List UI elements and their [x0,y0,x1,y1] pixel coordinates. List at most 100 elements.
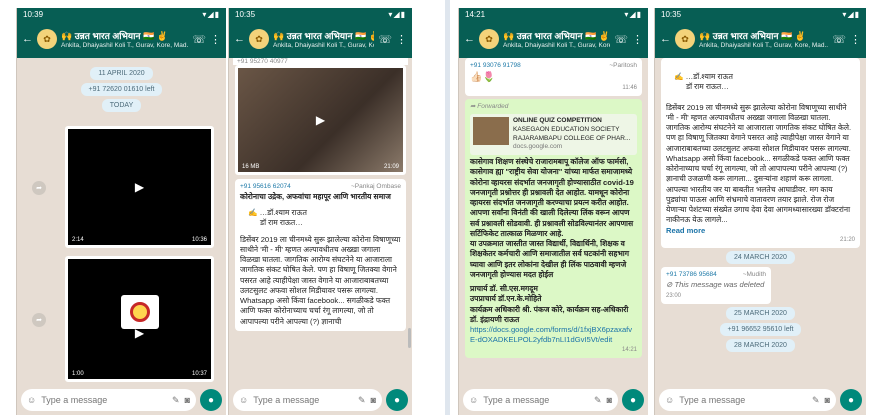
video-message[interactable]: ▶ 16 MB 21:09 [235,65,406,175]
message-input[interactable]: ☺ Type a message ✎ ◙ [659,389,836,411]
video-time: 21:09 [383,164,399,170]
add-call-icon[interactable]: ☏ [614,33,628,46]
status-icons: ▾◢▮ [624,9,642,19]
status-icons: ▾◢▮ [388,9,406,19]
clock: 10:35 [661,9,682,19]
group-info[interactable]: 🙌 उन्नत भारत अभियान 🇮🇳 ✌ Ankita, Dhaiyas… [699,29,828,49]
deleted-message[interactable]: +91 73786 95684 ~Mudith ⊘ This message wa… [661,266,771,305]
preview-domain: docs.google.com [513,143,563,151]
preview-description: KASEGAON EDUCATION SOCIETY RAJARAMBAPU C… [513,125,631,142]
emoji-icon[interactable]: ☺ [469,395,478,405]
sender-name: ~Mudith [742,270,766,278]
attach-icon[interactable]: ✎ [358,395,366,406]
text-message[interactable]: +91 95616 62074 ~Pankaj Ombase कोरोनाचा उ… [235,179,406,331]
text-message[interactable]: ✍ …डॉ.श्याम राऊत डॉ राम राऊत… डिसेंबर 20… [661,58,860,248]
form-link[interactable]: https://docs.google.com/forms/d/1fxjBX6p… [470,325,637,346]
chat-header[interactable]: ← ✿ 🙌 उन्नत भारत अभियान 🇮🇳 ✌ Ankita, Dha… [459,20,648,58]
link-preview[interactable]: ONLINE QUIZ COMPETITION KASEGAON EDUCATI… [470,114,637,156]
video-message[interactable]: ➦ ▶ 2:14 10:36 [32,126,214,248]
group-info[interactable]: 🙌 उन्नत भारत अभियान 🇮🇳 ✌ Ankita, Dhaiyas… [61,29,188,49]
emoji-icon[interactable]: ☺ [239,395,248,405]
status-icons: ▾◢▮ [842,9,860,19]
play-icon[interactable]: ▶ [135,180,144,194]
mic-button[interactable]: ● [386,389,408,411]
group-title: 🙌 उन्नत भारत अभियान 🇮🇳 ✌ [273,31,375,41]
chat-header[interactable]: ← ✿ 🙌 उन्नत भारत अभियान 🇮🇳 ✌ Ankita, Dha… [17,20,226,58]
back-arrow-icon[interactable]: ← [234,33,245,45]
message-time: 11:46 [622,85,637,92]
input-placeholder: Type a message [483,395,550,405]
left-screenshot-panel: 10:39 ▾◢▮ ← ✿ 🙌 उन्नत भारत अभियान 🇮🇳 ✌ An… [0,0,445,415]
group-info[interactable]: 🙌 उन्नत भारत अभियान 🇮🇳 ✌ Ankita, Dhaiyas… [503,29,610,49]
mic-button[interactable]: ● [200,389,222,411]
chat-screen-4: 10:35 ▾◢▮ ← ✿ 🙌 उन्नत भारत अभियान 🇮🇳 ✌ An… [654,8,866,415]
author-line: …डॉ.श्याम राऊत [685,72,733,81]
sender-number: +91 95616 62074 [240,183,291,190]
attach-icon[interactable]: ✎ [172,395,180,406]
add-call-icon[interactable]: ☏ [832,33,846,46]
group-avatar[interactable]: ✿ [675,29,695,49]
status-icons: ▾◢▮ [202,9,220,19]
sender-number: +91 93076 91798 [470,62,521,69]
group-members: Ankita, Dhaiyashil Koli T., Gurav, Kore,… [699,42,829,49]
read-more-link[interactable]: Read more [666,226,855,236]
attach-icon[interactable]: ✎ [594,395,602,406]
status-bar: 10:35 ▾◢▮ [655,8,866,20]
deleted-text: This message was deleted [674,279,765,289]
message-input[interactable]: ☺ Type a message ✎ ◙ [233,389,382,411]
message-time: 14:21 [621,346,637,353]
video-duration: 2:14 [72,237,84,243]
add-call-icon[interactable]: ☏ [192,33,206,46]
back-arrow-icon[interactable]: ← [464,33,475,45]
chat-screen-3: 14:21 ▾◢▮ ← ✿ 🙌 उन्नत भारत अभियान 🇮🇳 ✌ An… [458,8,648,415]
clock: 14:21 [465,9,486,19]
chat-header[interactable]: ← ✿ 🙌 उन्नत भारत अभियान 🇮🇳 ✌ Ankita, Dha… [655,20,866,58]
video-time: 10:36 [191,237,207,243]
message-input[interactable]: ☺ Type a message ✎ ◙ [463,389,618,411]
menu-icon[interactable]: ⋮ [632,33,643,46]
group-members: Ankita, Dhaiyashil Koli T., Gurav, Kore,… [61,42,189,49]
camera-icon[interactable]: ◙ [185,395,190,405]
group-avatar[interactable]: ✿ [37,29,57,49]
back-arrow-icon[interactable]: ← [660,33,671,45]
date-pill: 11 APRIL 2020 [90,67,153,80]
chat-header[interactable]: ← ✿ 🙌 उन्नत भारत अभियान 🇮🇳 ✌ Ankita, Dha… [229,20,412,58]
group-title: 🙌 उन्नत भारत अभियान 🇮🇳 ✌ [503,31,610,41]
add-call-icon[interactable]: ☏ [378,33,392,46]
video-time: 10:37 [191,371,207,377]
menu-icon[interactable]: ⋮ [396,33,407,46]
composer: ☺ Type a message ✎ ◙ ● [229,385,412,415]
group-info[interactable]: 🙌 उन्नत भारत अभियान 🇮🇳 ✌ Ankita, Dhaiyas… [273,29,374,49]
sticker-message[interactable]: +91 93076 91798 ~Paritosh 👍🏻🌷 11:46 [465,58,642,97]
status-bar: 10:35 ▾◢▮ [229,8,412,20]
preview-title: ONLINE QUIZ COMPETITION [513,117,602,125]
forward-icon[interactable]: ➦ [32,181,46,196]
attach-icon[interactable]: ✎ [812,395,820,406]
camera-icon[interactable]: ◙ [371,395,376,405]
emoji-icon[interactable]: ☺ [27,395,36,405]
sender-number: +91 73786 95684 [666,270,717,278]
chat-screen-1: 10:39 ▾◢▮ ← ✿ 🙌 उन्नत भारत अभियान 🇮🇳 ✌ An… [16,8,226,415]
scrollbar[interactable] [408,328,411,348]
camera-icon[interactable]: ◙ [607,395,612,405]
back-arrow-icon[interactable]: ← [22,33,33,45]
camera-icon[interactable]: ◙ [825,395,830,405]
forwarded-message[interactable]: ➦ Forwarded ONLINE QUIZ COMPETITION KASE… [465,99,642,358]
menu-icon[interactable]: ⋮ [210,33,221,46]
play-icon[interactable]: ▶ [316,113,325,127]
mic-button[interactable]: ● [622,389,644,411]
video-size: 16 MB [242,164,260,170]
video-message[interactable]: ➦ ▶ 1:00 10:37 [32,256,214,382]
group-avatar[interactable]: ✿ [249,29,269,49]
message-time: 21:20 [839,236,855,243]
mic-button[interactable]: ● [840,389,862,411]
message-input[interactable]: ☺ Type a message ✎ ◙ [21,389,196,411]
play-icon[interactable]: ▶ [135,326,144,340]
forward-icon[interactable]: ➦ [32,313,46,327]
sender-name: ~Paritosh [609,62,637,69]
menu-icon[interactable]: ⋮ [850,33,861,46]
group-avatar[interactable]: ✿ [479,29,499,49]
chat-body: +91 93076 91798 ~Paritosh 👍🏻🌷 11:46 ➦ For… [459,58,648,385]
author-line: डॉ राम राऊत… [686,82,729,92]
emoji-icon[interactable]: ☺ [665,395,674,405]
